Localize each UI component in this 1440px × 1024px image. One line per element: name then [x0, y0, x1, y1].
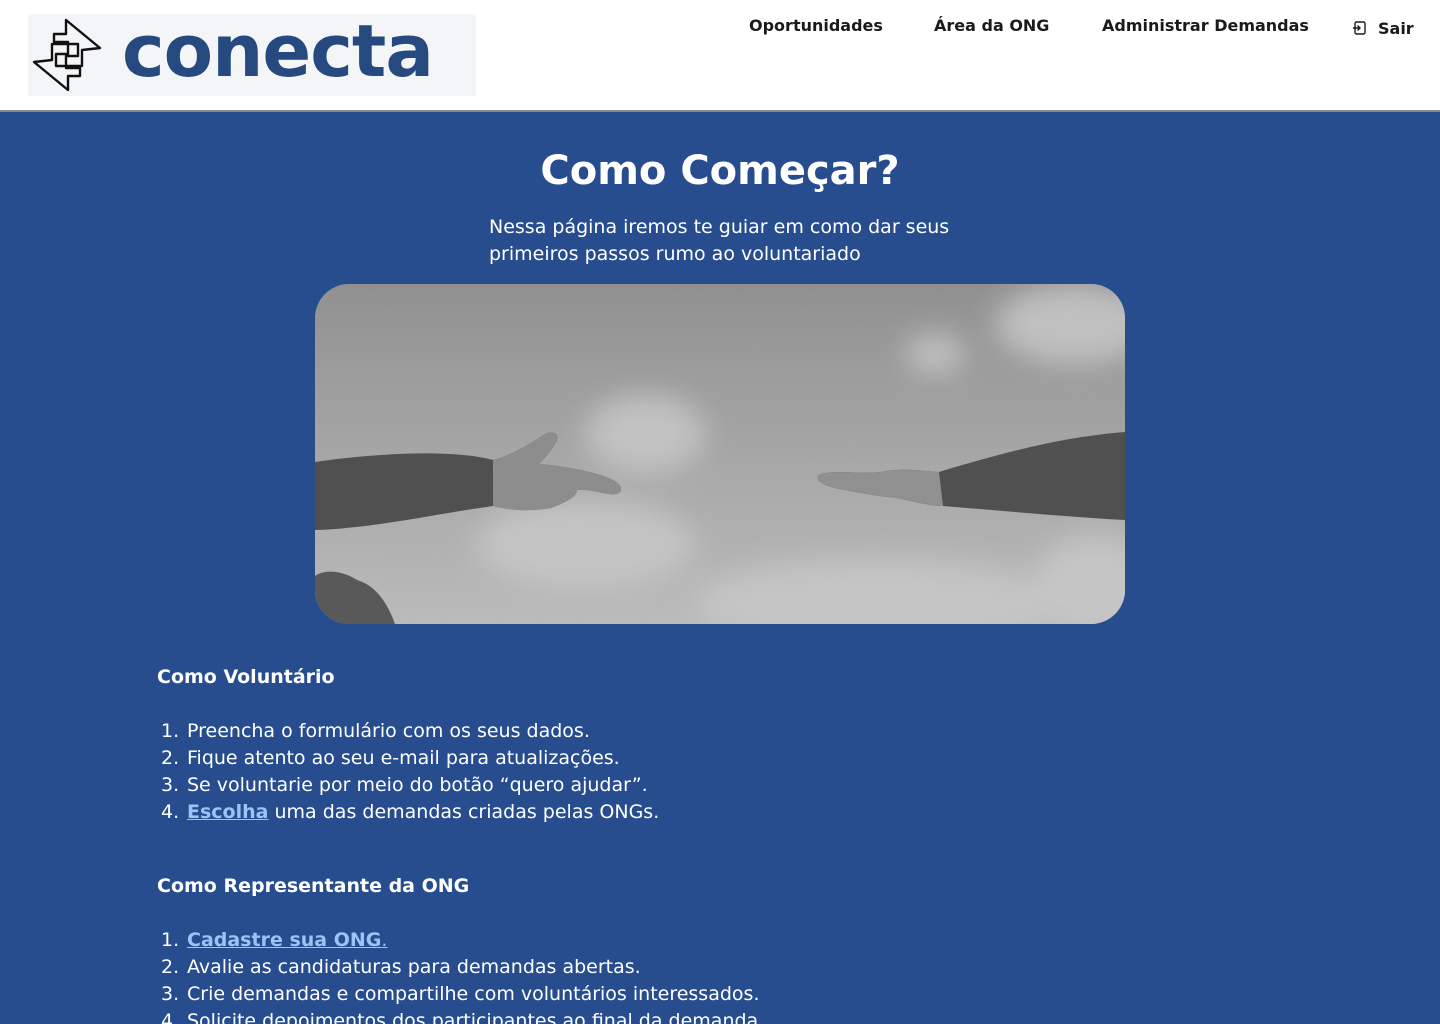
nav-oportunidades[interactable]: Oportunidades: [749, 16, 883, 40]
list-item: 1. Preencha o formulário com os seus dado…: [161, 720, 590, 742]
sair-label: Sair: [1378, 18, 1414, 38]
section-title-voluntario: Como Voluntário: [157, 666, 335, 688]
cadastre-ong-link[interactable]: Cadastre sua ONG: [187, 929, 381, 951]
logo-text: conecta: [122, 9, 434, 93]
main-content: Como Começar? Nessa página iremos te gui…: [0, 112, 1440, 1024]
hero-illustration: [315, 284, 1125, 624]
page-title: Como Começar?: [540, 148, 900, 194]
list-item: 3. Crie demandas e compartilhe com volunt…: [161, 983, 760, 1005]
list-item: 2. Fique atento ao seu e-mail para atuali…: [161, 747, 620, 769]
nav-area-ong[interactable]: Área da ONG: [934, 16, 1049, 40]
nav-sair[interactable]: Sair: [1352, 16, 1414, 40]
list-item: 3. Se voluntarie por meio do botão “quero…: [161, 774, 648, 796]
logo[interactable]: conecta: [28, 14, 476, 96]
logout-icon: [1353, 21, 1366, 35]
top-header: conecta Oportunidades Área da ONG Admini…: [0, 0, 1440, 112]
arrows-exchange-icon: [32, 18, 102, 92]
hero-image-reaching-hands: [315, 284, 1125, 624]
voluntario-steps: 1. Preencha o formulário com os seus dado…: [161, 718, 659, 826]
escolha-link[interactable]: Escolha: [187, 801, 268, 823]
list-item: 2. Avalie as candidaturas para demandas a…: [161, 956, 641, 978]
ong-steps: 1. Cadastre sua ONG. 2. Avalie as candidat…: [161, 927, 764, 1024]
list-item: 4. Solicite depoimentos dos participantes…: [161, 1010, 765, 1024]
section-title-ong: Como Representante da ONG: [157, 875, 470, 897]
page-subtitle: Nessa página iremos te guiar em como dar…: [489, 216, 950, 265]
nav-administrar-demandas[interactable]: Administrar Demandas: [1102, 16, 1309, 40]
list-item: 1. Cadastre sua ONG.: [161, 929, 388, 951]
list-item: 4. Escolha uma das demandas criadas pelas…: [161, 801, 660, 823]
